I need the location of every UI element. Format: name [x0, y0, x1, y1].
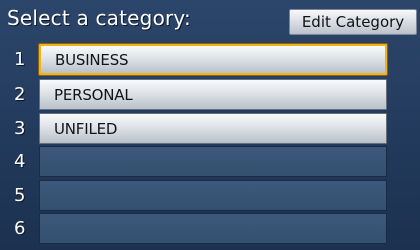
empty-slot	[39, 146, 387, 177]
row-number: 5	[14, 185, 26, 206]
category-label: UNFILED	[54, 119, 118, 138]
row-number: 6	[14, 218, 26, 239]
list-row-6: 6	[0, 212, 420, 246]
category-label: PERSONAL	[54, 85, 133, 104]
list-row-5: 5	[0, 179, 420, 213]
category-label: BUSINESS	[55, 50, 129, 69]
row-number: 4	[14, 151, 26, 172]
list-row-3: 3 UNFILED	[0, 112, 420, 146]
row-number: 1	[14, 49, 26, 70]
list-row-1: 1 BUSINESS	[0, 43, 420, 77]
row-number: 2	[14, 84, 26, 105]
edit-category-button[interactable]: Edit Category	[289, 9, 417, 35]
category-screen: Select a category: Edit Category 1 BUSIN…	[0, 0, 420, 250]
row-number: 3	[14, 118, 26, 139]
list-row-2: 2 PERSONAL	[0, 78, 420, 112]
empty-slot	[39, 213, 387, 244]
category-item-unfiled[interactable]: UNFILED	[39, 113, 387, 144]
category-item-business[interactable]: BUSINESS	[39, 44, 387, 75]
page-title: Select a category:	[7, 6, 191, 30]
category-item-personal[interactable]: PERSONAL	[39, 79, 387, 110]
list-row-4: 4	[0, 145, 420, 179]
empty-slot	[39, 180, 387, 211]
